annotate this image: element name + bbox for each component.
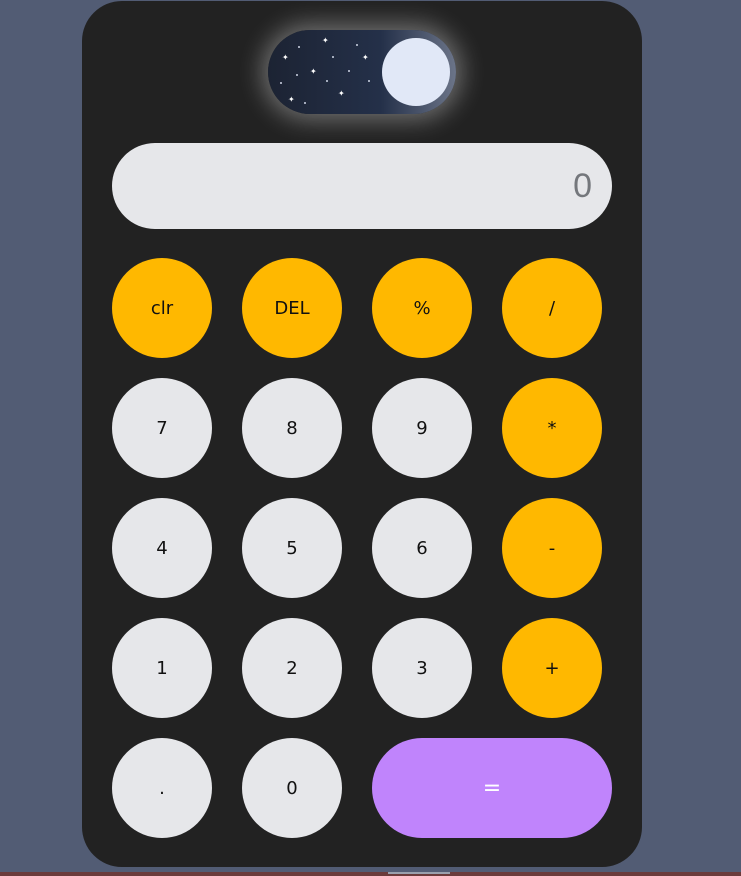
window-bottom-edge [0,872,741,876]
star-icon: ✦ [282,53,289,62]
digit-0-button[interactable]: 0 [242,738,342,838]
star-icon: ✦ [288,95,295,104]
star-dot [332,56,334,58]
subtract-button[interactable]: - [502,498,602,598]
digit-3-button[interactable]: 3 [372,618,472,718]
star-icon: ✦ [362,53,369,62]
multiply-button[interactable]: * [502,378,602,478]
star-dot [348,70,350,72]
divide-button[interactable]: / [502,258,602,358]
decimal-button[interactable]: . [112,738,212,838]
digit-2-button[interactable]: 2 [242,618,342,718]
theme-toggle[interactable]: ✦ ✦ ✦ ✦ ✦ ✦ [268,30,456,114]
star-dot [356,44,358,46]
resize-handle [388,872,450,874]
star-dot [368,80,370,82]
clear-button[interactable]: clr [112,258,212,358]
display-screen: 0 [112,143,612,229]
star-icon: ✦ [310,67,317,76]
digit-7-button[interactable]: 7 [112,378,212,478]
digit-1-button[interactable]: 1 [112,618,212,718]
star-dot [280,82,282,84]
star-dot [296,74,298,76]
calculator: ✦ ✦ ✦ ✦ ✦ ✦ 0 clr DEL% / 7 8 9 * 4 5 6- 1 2 3 +. 0 = [82,1,642,867]
digit-4-button[interactable]: 4 [112,498,212,598]
digit-5-button[interactable]: 5 [242,498,342,598]
star-dot [298,46,300,48]
star-dot [326,80,328,82]
digit-9-button[interactable]: 9 [372,378,472,478]
star-icon: ✦ [322,36,329,45]
display-value: 0 [573,166,592,205]
digit-8-button[interactable]: 8 [242,378,342,478]
delete-button[interactable]: DEL [242,258,342,358]
digit-6-button[interactable]: 6 [372,498,472,598]
percent-button[interactable]: % [372,258,472,358]
star-dot [304,102,306,104]
moon-icon [382,38,450,106]
add-button[interactable]: + [502,618,602,718]
equals-button[interactable]: = [372,738,612,838]
star-icon: ✦ [338,89,345,98]
